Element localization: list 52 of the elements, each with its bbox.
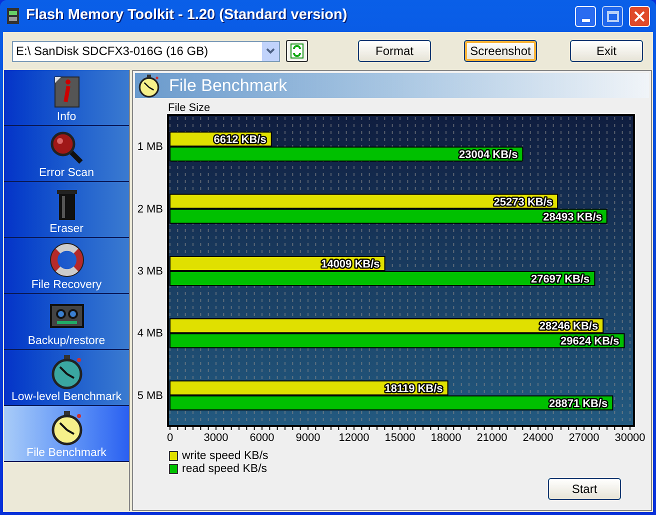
bar-value-label: 18119 KB/s: [384, 382, 443, 395]
stopwatch-icon: [137, 74, 161, 98]
sidebar-item[interactable]: Backup/restore: [4, 294, 129, 350]
toolbar-button[interactable]: Screenshot: [464, 40, 537, 62]
tick-label: 24000: [522, 432, 554, 444]
panel-header: File Benchmark: [135, 73, 649, 98]
window-title: Flash Memory Toolkit - 1.20 (Standard version): [26, 6, 348, 26]
start-button[interactable]: Start: [548, 478, 621, 500]
app-icon: [6, 8, 20, 24]
category-label: 5 MB: [137, 390, 163, 402]
sidebar-item[interactable]: File Recovery: [4, 238, 129, 294]
bar-value-label: 28493 KB/s: [543, 211, 602, 224]
legend-label: write speed KB/s: [182, 450, 268, 462]
legend-label: read speed KB/s: [182, 463, 268, 475]
bar-value-label: 28871 KB/s: [548, 398, 608, 410]
category-label: 1 MB: [137, 141, 163, 154]
lifebuoy-icon: [48, 242, 84, 278]
sidebar-item[interactable]: Error Scan: [4, 126, 129, 182]
category-label: 3 MB: [137, 266, 163, 278]
tick-label: 0: [166, 432, 174, 444]
close-button[interactable]: [629, 6, 650, 26]
caret-icon: [266, 48, 275, 54]
bar-value-label: 23004 KB/s: [459, 149, 518, 162]
bar-value-label: 14009 KB/s: [321, 258, 380, 270]
bar-value-label: 6612 KB/s: [214, 134, 266, 146]
close-icon: [634, 10, 645, 22]
category-label: 4 MB: [137, 328, 163, 340]
tick-label: 21000: [476, 432, 508, 444]
bar-value-label: 29624 KB/s: [560, 336, 620, 348]
minimize-button[interactable]: [575, 6, 596, 26]
toolbar-button[interactable]: Format: [358, 40, 431, 62]
bar-value-label: 25273 KB/s: [494, 196, 553, 208]
category-label: 2 MB: [137, 203, 163, 216]
tick-label: 6000: [250, 432, 274, 444]
maximize-button[interactable]: [602, 6, 623, 26]
tick-label: 9000: [296, 432, 320, 444]
tick-label: 30000: [614, 432, 646, 444]
refresh-button[interactable]: [286, 40, 308, 62]
bar-value-label: 28246 KB/s: [539, 320, 598, 333]
magnifier-icon: [48, 130, 84, 166]
tick-label: 18000: [430, 432, 462, 444]
drive-dropdown[interactable]: E:\ SanDisk SDCFX3-016G (16 GB): [12, 40, 280, 62]
tick-label: 27000: [568, 432, 600, 444]
sidebar-item[interactable]: Info: [4, 70, 129, 126]
axis-title: File Size: [168, 102, 210, 114]
tick-label: 3000: [204, 432, 228, 444]
tick-label: 12000: [338, 432, 370, 444]
sidebar-item[interactable]: Low-level Benchmark: [4, 350, 129, 406]
tick-label: 15000: [384, 432, 416, 444]
bar-value-label: 27697 KB/s: [530, 274, 590, 286]
sidebar-item[interactable]: Eraser: [4, 182, 129, 238]
toolbar-button[interactable]: Exit: [570, 40, 643, 62]
